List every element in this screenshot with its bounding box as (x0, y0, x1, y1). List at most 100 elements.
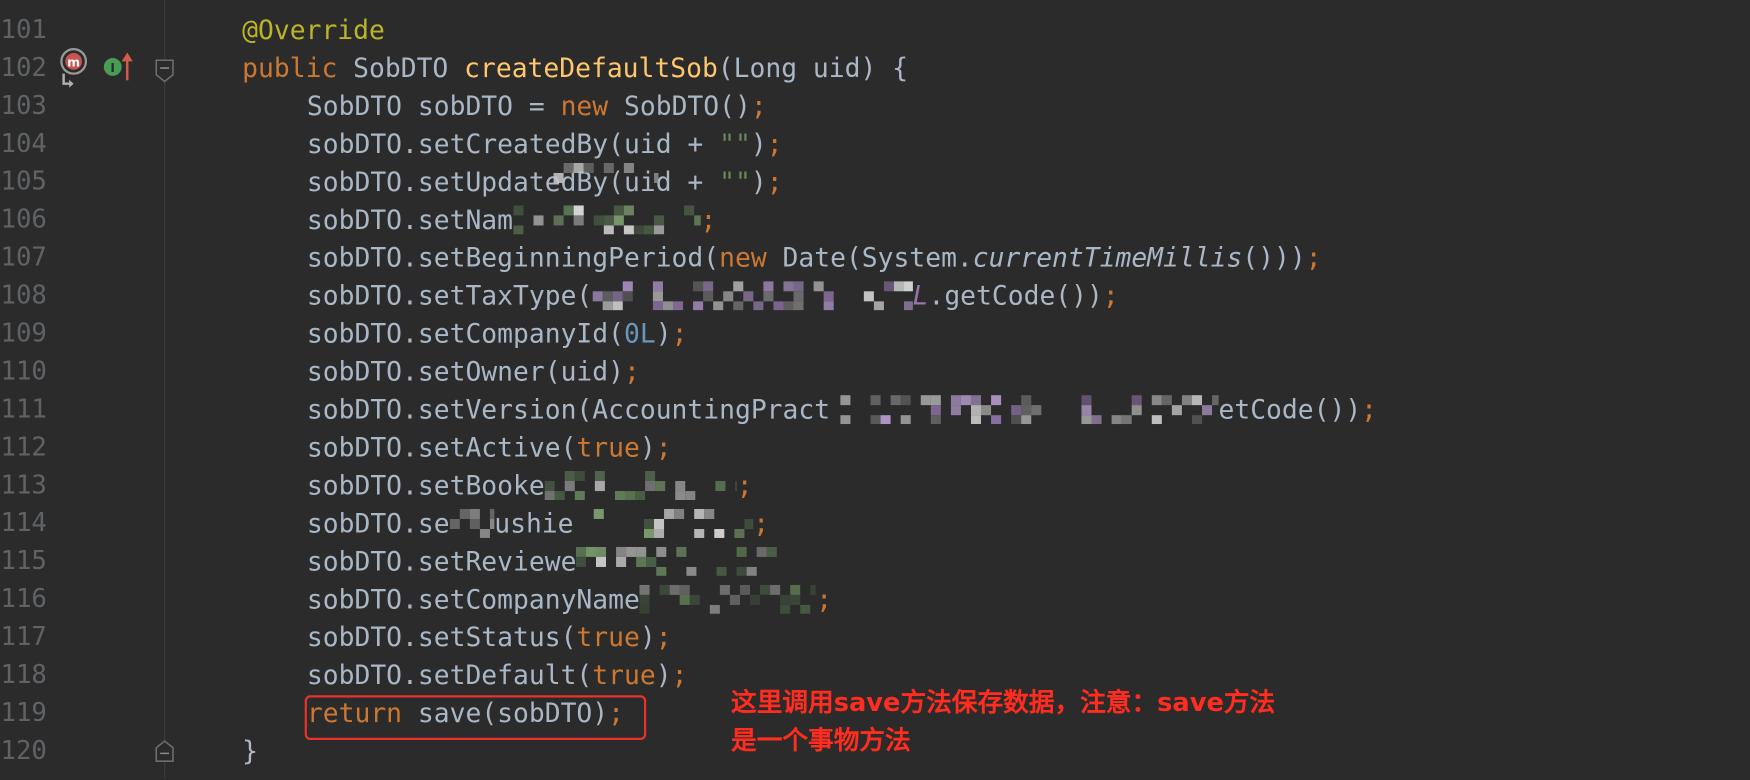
code-token-keyword: public (242, 52, 338, 84)
code-token-semicolon: ; (1102, 280, 1119, 312)
code-token-semicolon: ; (655, 431, 672, 464)
svg-text:m: m (67, 55, 80, 69)
code-token-plain: sobDTO.setCompanyName (306, 583, 640, 615)
overrides-method-icon[interactable]: m (60, 47, 88, 88)
code-token-semicolon: ; (671, 318, 688, 350)
code-line-text[interactable]: sobDTO.setReviewe (307, 542, 783, 580)
svg-text:I: I (110, 61, 115, 75)
redaction-mosaic (592, 280, 913, 310)
code-editor[interactable]: 101 @Override 102 public SobDTO createDefau… (0, 0, 1750, 780)
code-line-text[interactable]: SobDTO sobDTO = new SobDTO(); (307, 87, 767, 125)
code-line[interactable]: 117 sobDTO.setStatus(true); (0, 618, 1750, 656)
redacted-text (639, 584, 817, 614)
redaction-overlay (533, 162, 659, 188)
code-token-semicolon: ; (623, 356, 640, 388)
code-line[interactable]: 113 sobDTO.setBooke; (0, 467, 1750, 505)
code-token-plain: sobDTO.setActive( (306, 431, 577, 464)
code-line[interactable]: 110 sobDTO.setOwner(uid); (0, 353, 1750, 391)
code-token-plain: sobDTO.se (306, 507, 450, 540)
code-line[interactable]: 109 sobDTO.setCompanyId(0L); (0, 315, 1750, 353)
code-token-semicolon: ; (753, 507, 770, 540)
code-token-plain: sobDTO.setBeginningPeriod( (306, 242, 720, 274)
redaction-mosaic (544, 470, 737, 500)
code-line-text[interactable]: sobDTO.setTaxType( L.getCode()); (307, 277, 1119, 315)
code-line[interactable]: 115 sobDTO.setReviewe (0, 542, 1750, 580)
code-token-semicolon: ; (655, 621, 672, 653)
code-token-keyword: true (576, 621, 640, 653)
code-token-plain: .getCode()) (928, 280, 1103, 312)
redaction-mosaic (639, 584, 817, 614)
fold-collapse-icon[interactable] (155, 59, 174, 83)
code-line[interactable]: 101 @Override (0, 11, 1750, 49)
code-token-keyword: new (719, 242, 767, 274)
code-line-text[interactable]: sobDTO.setDefault(true); (307, 656, 688, 694)
code-token-plain: ushie (494, 507, 574, 540)
code-line-text[interactable]: sobDTO.setActive(true); (307, 429, 672, 467)
code-token-semicolon: ; (1305, 242, 1322, 274)
code-token-keyword: true (592, 659, 656, 691)
code-line-text[interactable]: sobDTO.se ushie; (307, 504, 769, 542)
code-token-annotation: @Override (242, 14, 385, 46)
code-line-text[interactable]: sobDTO.setOwner(uid); (307, 353, 640, 391)
code-token-plain: ) (750, 128, 767, 160)
gutter: m I (60, 47, 174, 762)
code-line-text[interactable]: sobDTO.setVersion(AccountingPract etCode(… (307, 391, 1377, 429)
code-token-plain: ) (639, 621, 656, 653)
code-line-text[interactable]: sobDTO.setBeginningPeriod(new Date(Syste… (307, 239, 1322, 277)
redaction-mosaic (449, 508, 495, 538)
code-line-text[interactable]: sobDTO.setNam; (307, 201, 716, 239)
code-token-keyword: true (576, 431, 640, 464)
redacted-text (592, 280, 913, 310)
code-line-text[interactable]: @Override (242, 11, 385, 49)
code-line[interactable]: 107 sobDTO.setBeginningPeriod(new Date(Sy… (0, 239, 1750, 277)
code-line[interactable]: 105 sobDTO.setUpdatedBy(uid + ""); (0, 162, 1750, 201)
code-token-number: 0L (623, 318, 656, 350)
code-token-method-name: createDefaultSob (464, 52, 718, 84)
code-token-plain: etCode()) (1218, 393, 1362, 426)
implemented-method-icon[interactable]: I (103, 52, 133, 81)
redacted-text (544, 470, 737, 500)
code-line[interactable]: 104 sobDTO.setCreatedBy(uid + ""); (0, 125, 1750, 163)
code-line[interactable]: 112 sobDTO.setActive(true); (0, 429, 1750, 467)
redacted-text (576, 546, 782, 576)
code-line[interactable]: 111 sobDTO.setVersion(AccountingPract etCo… (0, 391, 1750, 429)
code-token-plain: sobDTO.setReviewe (306, 545, 577, 578)
code-token-plain: ())) (1242, 242, 1306, 274)
code-token-plain: (Long uid) { (717, 52, 909, 84)
code-line-text[interactable]: sobDTO.setCompanyId(0L); (307, 315, 688, 353)
code-token-semicolon: ; (766, 166, 783, 198)
code-token-plain: sobDTO.setOwner(uid) (306, 356, 624, 388)
code-token-plain: } (242, 735, 259, 767)
code-line[interactable]: 116 sobDTO.setCompanyName; (0, 580, 1750, 618)
code-line[interactable]: 102 public SobDTO createDefaultSob(Long u… (0, 49, 1750, 87)
code-line-text[interactable]: sobDTO.setCreatedBy(uid + ""); (307, 125, 783, 163)
code-line-text[interactable]: } (242, 732, 258, 770)
code-token-plain: sobDTO.setTaxType( (306, 280, 593, 312)
code-token-plain: sobDTO.setBooke (306, 469, 545, 502)
code-line[interactable]: 103 SobDTO sobDTO = new SobDTO(); (0, 87, 1750, 125)
code-line[interactable]: 114 sobDTO.se ushie; (0, 504, 1750, 542)
code-token-constant: L (912, 280, 929, 312)
code-line-text[interactable]: public SobDTO createDefaultSob(Long uid)… (242, 49, 908, 87)
fold-end-icon[interactable] (155, 740, 174, 762)
code-token-semicolon: ; (750, 90, 767, 122)
redacted-text (830, 394, 1219, 424)
annotation-line-1: 这里调用save方法保存数据，注意：save方法 (731, 688, 1276, 718)
code-area[interactable]: 101 @Override 102 public SobDTO createDefau… (0, 0, 1750, 779)
code-token-plain: sobDTO.setCompanyId( (306, 318, 624, 350)
code-line[interactable]: 108 sobDTO.setTaxType(L.getCode()); (0, 277, 1750, 315)
code-line[interactable]: 106 sobDTO.setNam; (0, 201, 1750, 239)
redaction-mosaic (553, 162, 659, 184)
code-line-text[interactable]: sobDTO.setCompanyName; (307, 580, 832, 618)
code-token-plain: SobDTO sobDTO = (306, 90, 561, 122)
code-token-plain: sobDTO.setNam (306, 204, 514, 236)
code-token-semicolon: ; (700, 204, 717, 236)
code-token-static-call: currentTimeMillis (972, 242, 1243, 274)
annotation-text: 这里调用save方法保存数据，注意：save方法 是一个事物方法 (731, 684, 1512, 760)
redaction-mosaic (513, 204, 701, 234)
code-line-text[interactable]: sobDTO.setStatus(true); (307, 618, 672, 656)
code-line-text[interactable]: sobDTO.setBooke; (307, 467, 753, 505)
highlight-box (304, 695, 647, 740)
code-token-plain: SobDTO (337, 52, 465, 84)
code-token-semicolon: ; (1361, 393, 1378, 426)
